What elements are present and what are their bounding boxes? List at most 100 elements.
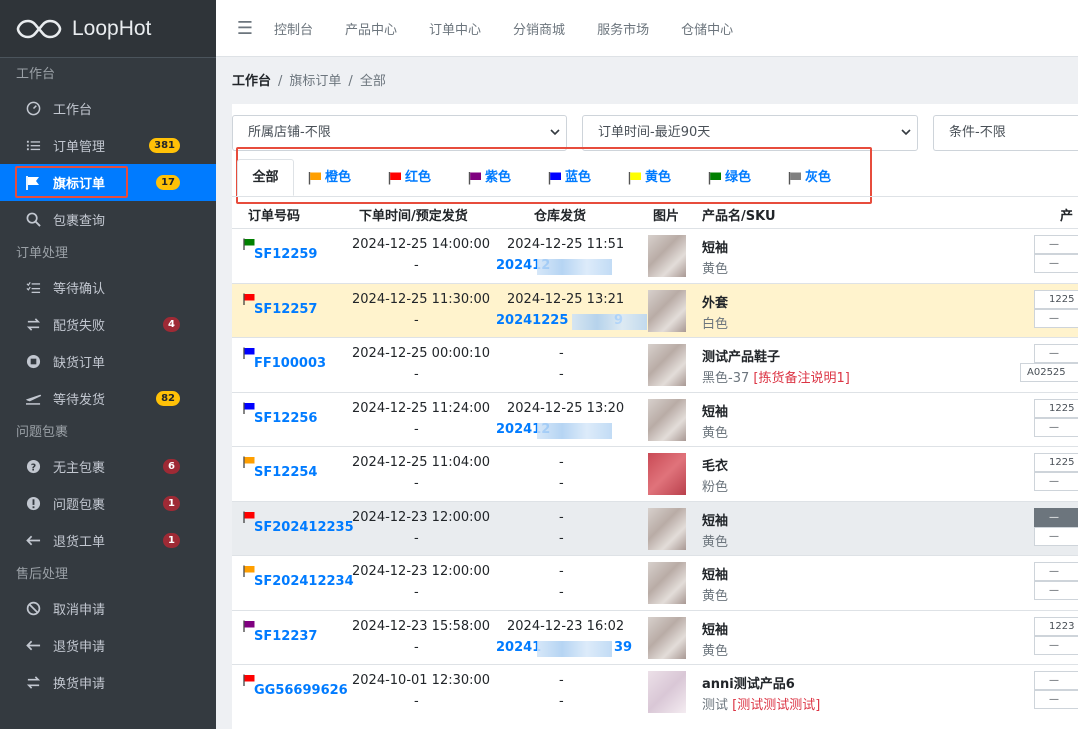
sidebar-item[interactable]: 等待确认 [0,269,216,306]
order-time: 2024-10-01 12:30:00 [352,673,491,688]
qty-box[interactable]: — [1034,235,1078,254]
topnav-products[interactable]: 产品中心 [345,19,397,38]
table-row[interactable]: SF12259 2024-12-25 14:00:00 - 2024-12-25 11… [232,228,1078,283]
tab-flag[interactable]: 黄色 [628,159,671,196]
product-thumbnail[interactable] [648,344,686,386]
store-filter-select[interactable]: 所属店铺-不限 [232,115,567,151]
order-id-link[interactable]: GG56699626 [254,683,348,698]
tab-flag[interactable]: 红色 [388,159,431,196]
table-row[interactable]: SF12257 2024-12-25 11:30:00 - 2024-12-25 13… [232,282,1078,337]
menu-toggle-icon[interactable]: ☰ [216,18,274,39]
tab-flag[interactable]: 灰色 [788,159,831,196]
qty-box[interactable]: 1225 [1034,398,1078,418]
sidebar-item[interactable]: 取消申请 [0,590,216,627]
qty-box[interactable]: 1223 [1034,616,1078,636]
col-more: 产 [1060,209,1074,224]
product-thumbnail[interactable] [648,616,686,659]
product-thumbnail[interactable] [648,562,686,604]
order-id-link[interactable]: SF202412234 [254,574,354,589]
tab-label: 全部 [252,170,279,185]
order-id-link[interactable]: SF202412235 [254,520,354,535]
topnav-orders[interactable]: 订单中心 [429,19,481,38]
chevron-down-icon [901,129,911,136]
warehouse-order-no[interactable]: 20241 39 [496,640,632,655]
breadcrumb-mid[interactable]: 旗标订单 [289,74,341,89]
topnav-warehouse[interactable]: 仓储中心 [681,19,733,38]
sidebar-item[interactable]: 工作台 [0,90,216,127]
redacted-blur [537,259,612,275]
warehouse-order-no[interactable]: 202412259 [496,313,623,328]
product-thumbnail[interactable] [648,235,686,277]
count-badge: 6 [163,459,180,474]
qty-box[interactable]: — [1034,344,1078,363]
chevron-down-icon [550,129,560,136]
exclamation-circle-icon [24,495,42,513]
qty-box[interactable]: — [1034,562,1078,581]
sku-box[interactable]: — [1034,417,1078,437]
table-row[interactable]: SF12237 2024-12-23 15:58:00 - 2024-12-23 16… [232,609,1078,665]
time-filter-select[interactable]: 订单时间-最近90天 [582,115,918,151]
sidebar-item[interactable]: 缺货订单 [0,343,216,380]
sidebar-item[interactable]: 退货申请 [0,627,216,664]
qty-box[interactable]: 1225 [1034,453,1078,472]
sidebar-item-label: 换货申请 [53,677,106,692]
sku-box[interactable]: A02525 [1020,363,1078,382]
sidebar-item[interactable]: 退货工单 1 [0,522,216,559]
table-row[interactable]: GG56699626 2024-10-01 12:30:00 - - - anni测试产品… [232,664,1078,719]
table-row[interactable]: SF202412235 2024-12-23 12:00:00 - - - 短袖 黄色 — — [232,500,1078,555]
sku-box[interactable]: — [1034,472,1078,491]
order-id-link[interactable]: SF12256 [254,411,317,426]
sidebar-item[interactable]: 旗标订单 17 [0,164,216,201]
topnav-mall[interactable]: 分销商城 [513,19,565,38]
sidebar-item[interactable]: 问题包裹 1 [0,485,216,522]
tab-flag[interactable]: 蓝色 [548,159,591,196]
sku-box[interactable]: — [1034,690,1078,709]
product-thumbnail[interactable] [648,671,686,713]
topnav-console[interactable]: 控制台 [274,19,313,38]
table-row[interactable]: SF12254 2024-12-25 11:04:00 - - - 毛衣 粉色 1225— [232,446,1078,501]
sidebar-item[interactable]: ? 无主包裹 6 [0,448,216,485]
count-badge: 17 [156,175,180,190]
breadcrumb-root[interactable]: 工作台 [232,74,271,89]
sku-box[interactable]: — [1034,635,1078,655]
sku-value: 白色 [702,316,729,332]
order-time: 2024-12-25 14:00:00 [352,237,491,252]
sku-value: 测试 [702,698,733,713]
product-sku: 白色 [702,313,728,332]
sku-box[interactable]: — [1034,526,1078,546]
product-thumbnail[interactable] [648,398,686,441]
qty-box[interactable]: — [1034,671,1078,690]
qty-box[interactable]: — [1034,507,1078,527]
tab-flag[interactable]: 绿色 [708,159,751,196]
order-id-link[interactable]: SF12257 [254,302,317,317]
sidebar-item[interactable]: 配货失败 4 [0,306,216,343]
app-logo[interactable]: LoopHot [0,0,216,58]
order-id-link[interactable]: FF100003 [254,356,326,371]
product-thumbnail[interactable] [648,453,686,495]
product-thumbnail[interactable] [648,507,686,550]
tab-flag[interactable]: 橙色 [308,159,351,196]
sku-box[interactable]: — [1034,308,1078,328]
table-row[interactable]: FF100003 2024-12-25 00:00:10 - - - 测试产品鞋子 黑色-3… [232,337,1078,392]
topnav-services[interactable]: 服务市场 [597,19,649,38]
order-id-link[interactable]: SF12254 [254,465,317,480]
sku-box[interactable]: — [1034,581,1078,600]
qty-box[interactable]: 1225 [1034,289,1078,309]
planned-ship-time: - [414,476,419,491]
sidebar-item[interactable]: 换货申请 [0,664,216,701]
sidebar-item[interactable]: 包裹查询 [0,201,216,238]
sku-box[interactable]: — [1034,254,1078,273]
exchange-icon [24,674,42,692]
table-row[interactable]: SF202412234 2024-12-23 12:00:00 - - - 短袖 黄色 — — [232,555,1078,610]
order-id-link[interactable]: SF12237 [254,629,317,644]
tab-flag[interactable]: 紫色 [468,159,511,196]
condition-filter-select[interactable]: 条件-不限 [933,115,1078,151]
order-id-link[interactable]: SF12259 [254,247,317,262]
tab-all[interactable]: 全部 [237,159,294,196]
product-thumbnail[interactable] [648,289,686,332]
sidebar-item[interactable]: 订单管理 381 [0,127,216,164]
sidebar-item[interactable]: 等待发货 82 [0,380,216,417]
table-row[interactable]: SF12256 2024-12-25 11:24:00 - 2024-12-25 13… [232,391,1078,447]
sku-value: 黄色 [702,534,729,550]
sku-value: 粉色 [702,480,729,495]
